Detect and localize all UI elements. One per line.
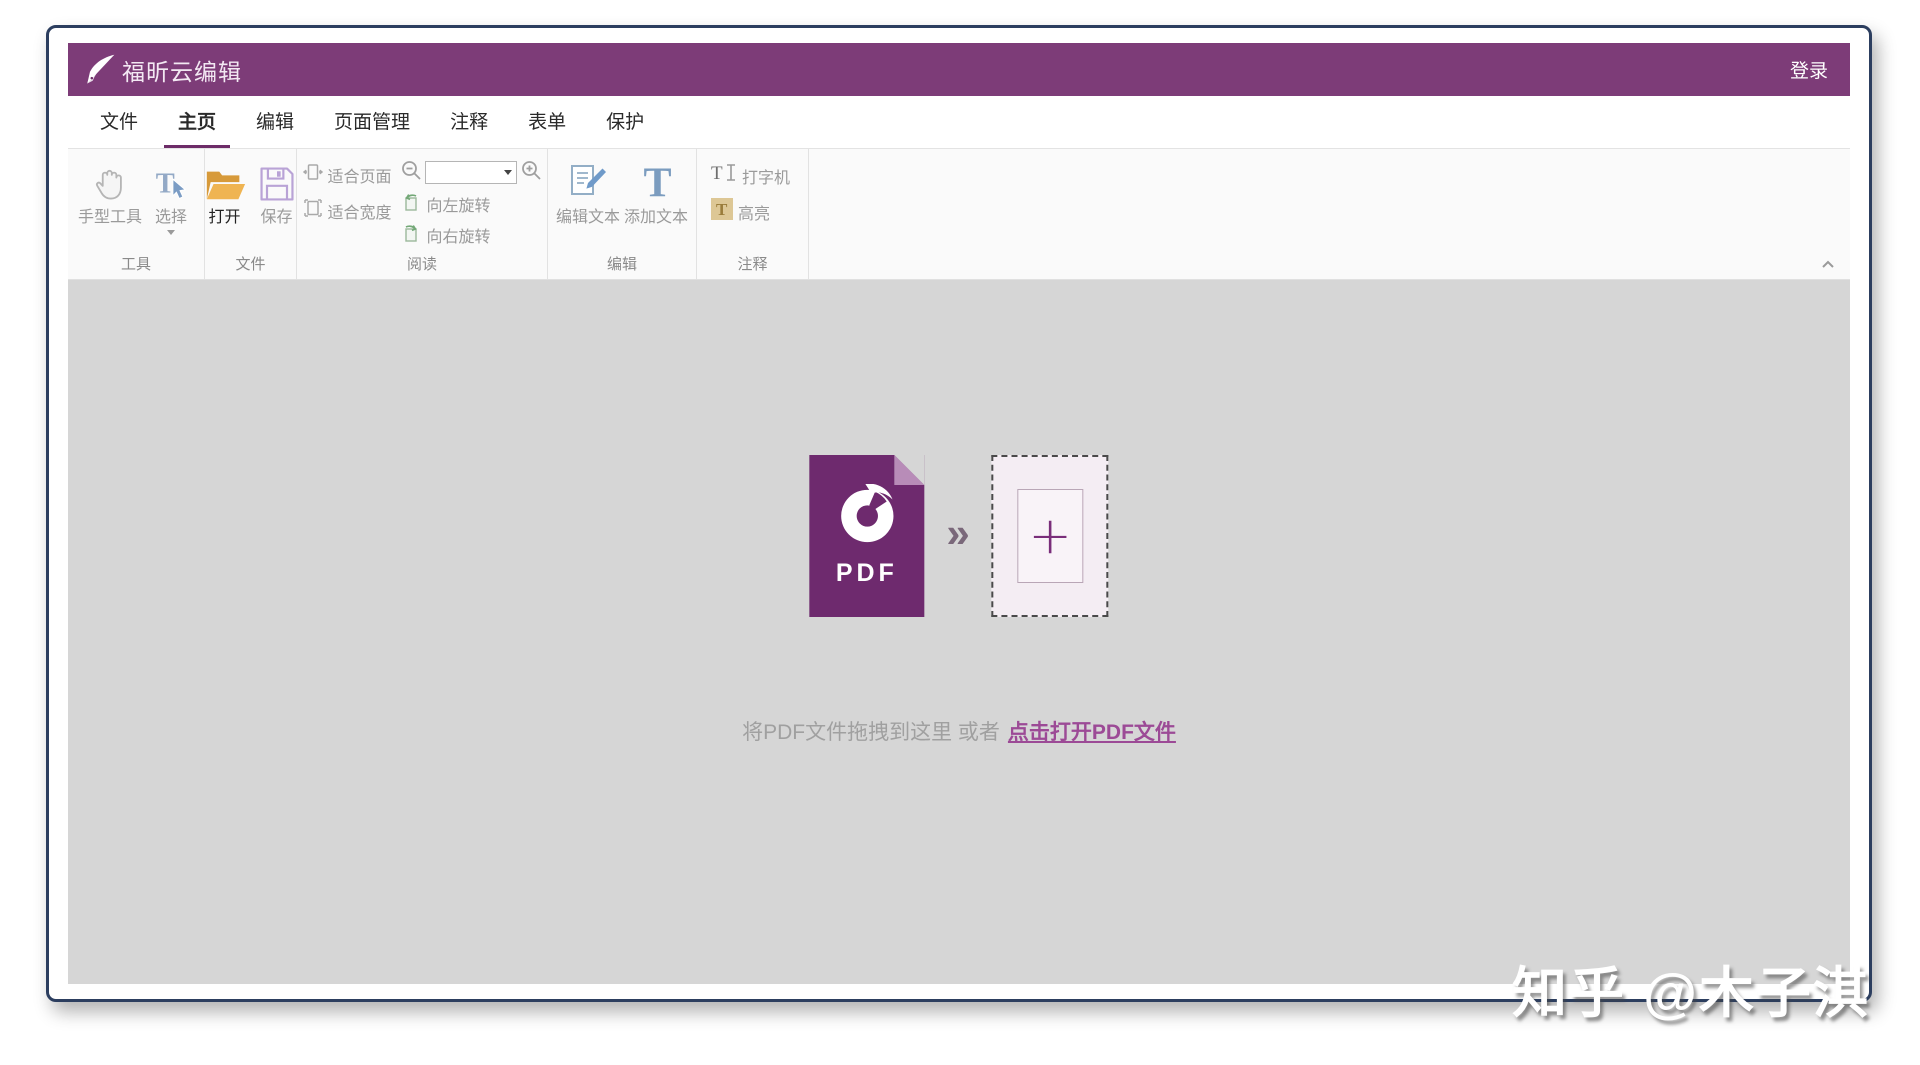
hand-icon [90,156,130,208]
drop-hint-text: 将PDF文件拖拽到这里 或者 [742,721,1000,744]
fit-page-icon [302,162,323,187]
tab-home[interactable]: 主页 [164,96,231,148]
double-chevron-icon: » [946,509,970,556]
app-title: 福昕云编辑 [122,58,242,85]
rotate-right-icon [400,221,422,248]
watermark: 知乎 @木子淇 [1512,962,1870,1024]
title-bar: 福昕云编辑 登录 [68,43,1850,96]
empty-page: + [1017,489,1084,583]
rotate-right-label: 向右旋转 [426,228,491,246]
group-label-edit: 编辑 [606,256,637,273]
add-text-button[interactable]: T 添加文本 [624,156,689,251]
svg-text:T: T [644,160,672,204]
quill-logo-icon [80,51,118,89]
select-cursor-icon: T [152,156,190,208]
page: { "app": { "title": "福昕云编辑", "login_labe… [0,0,1920,1065]
fit-width-icon [303,198,323,223]
ribbon-toolbar: 手型工具 T 选择 工具 打开 保存 文件 适合页面 适合宽度 向左旋转 向右旋… [68,149,1850,280]
tab-page-management[interactable]: 页面管理 [320,96,424,148]
tab-protect[interactable]: 保护 [592,96,658,148]
typewriter-icon: T [711,162,737,189]
page-fold-cut [894,455,925,485]
drop-hint: 将PDF文件拖拽到这里 或者 点击打开PDF文件 [68,716,1850,746]
add-text-label: 添加文本 [624,209,689,226]
save-label: 保存 [260,209,293,226]
zoom-level-input[interactable] [424,161,517,184]
tab-comment[interactable]: 注释 [436,96,502,148]
rotate-left-button[interactable]: 向左旋转 [400,190,542,217]
collapse-ribbon-icon[interactable] [1818,254,1838,276]
open-label: 打开 [208,209,241,226]
typewriter-button[interactable]: T 打字机 [711,162,790,189]
group-comment: T 打字机 T 高亮 注释 [697,149,809,279]
fit-width-label: 适合宽度 [327,204,392,222]
floppy-save-icon [257,156,297,208]
svg-text:T: T [711,163,723,184]
svg-text:T: T [716,200,728,219]
rotate-left-label: 向左旋转 [426,197,491,215]
foxit-fox-logo-icon [836,483,898,551]
rotate-left-icon [400,190,422,217]
save-button[interactable]: 保存 [254,156,300,251]
open-button[interactable]: 打开 [202,156,248,251]
menu-bar: 文件 主页 编辑 页面管理 注释 表单 保护 [68,96,1850,149]
open-pdf-link[interactable]: 点击打开PDF文件 [1008,721,1176,744]
zoom-in-icon[interactable] [520,159,542,186]
drop-zone: PDF » + [809,455,1109,617]
edit-text-label: 编辑文本 [556,209,621,226]
group-read: 适合页面 适合宽度 向左旋转 向右旋转 阅读 [297,149,548,279]
pdf-label: PDF [835,559,898,587]
document-canvas: PDF » + 将PDF文件拖拽到这里 或者 点击打开PDF文件 [68,280,1850,984]
group-label-comment: 注释 [737,256,768,273]
drop-target[interactable]: + [991,455,1109,617]
dropdown-caret-icon[interactable] [167,230,175,236]
tab-file[interactable]: 文件 [86,96,152,148]
hand-tool-label: 手型工具 [77,209,142,226]
zoom-out-icon[interactable] [400,159,422,186]
login-button[interactable]: 登录 [1790,56,1828,83]
edit-text-icon [565,156,611,208]
tab-form[interactable]: 表单 [514,96,580,148]
fit-page-label: 适合页面 [327,168,392,186]
group-label-tools: 工具 [120,256,151,273]
add-text-icon: T [636,156,676,208]
group-tools: 手型工具 T 选择 工具 [68,149,205,279]
group-edit: 编辑文本 T 添加文本 编辑 [548,149,697,279]
select-tool-button[interactable]: T 选择 [148,156,194,251]
group-label-read: 阅读 [406,256,437,273]
svg-text:T: T [156,169,175,200]
folder-open-icon [203,156,247,208]
highlight-button[interactable]: T 高亮 [711,198,770,225]
plus-icon: + [1028,505,1072,566]
select-tool-label: 选择 [154,209,187,226]
highlight-label: 高亮 [738,205,771,223]
app-window: 福昕云编辑 登录 文件 主页 编辑 页面管理 注释 表单 保护 手型工具 T 选… [46,25,1872,1002]
hand-tool-button[interactable]: 手型工具 [78,156,142,251]
edit-text-button[interactable]: 编辑文本 [556,156,621,251]
rotate-right-button[interactable]: 向右旋转 [400,221,542,248]
group-label-file: 文件 [235,256,266,273]
fit-page-button[interactable]: 适合页面 [302,162,392,187]
tab-edit[interactable]: 编辑 [242,96,308,148]
highlight-icon: T [711,198,733,225]
pdf-file-icon: PDF [809,455,925,617]
group-file: 打开 保存 文件 [205,149,297,279]
typewriter-label: 打字机 [742,169,791,187]
fit-width-button[interactable]: 适合宽度 [303,198,392,223]
